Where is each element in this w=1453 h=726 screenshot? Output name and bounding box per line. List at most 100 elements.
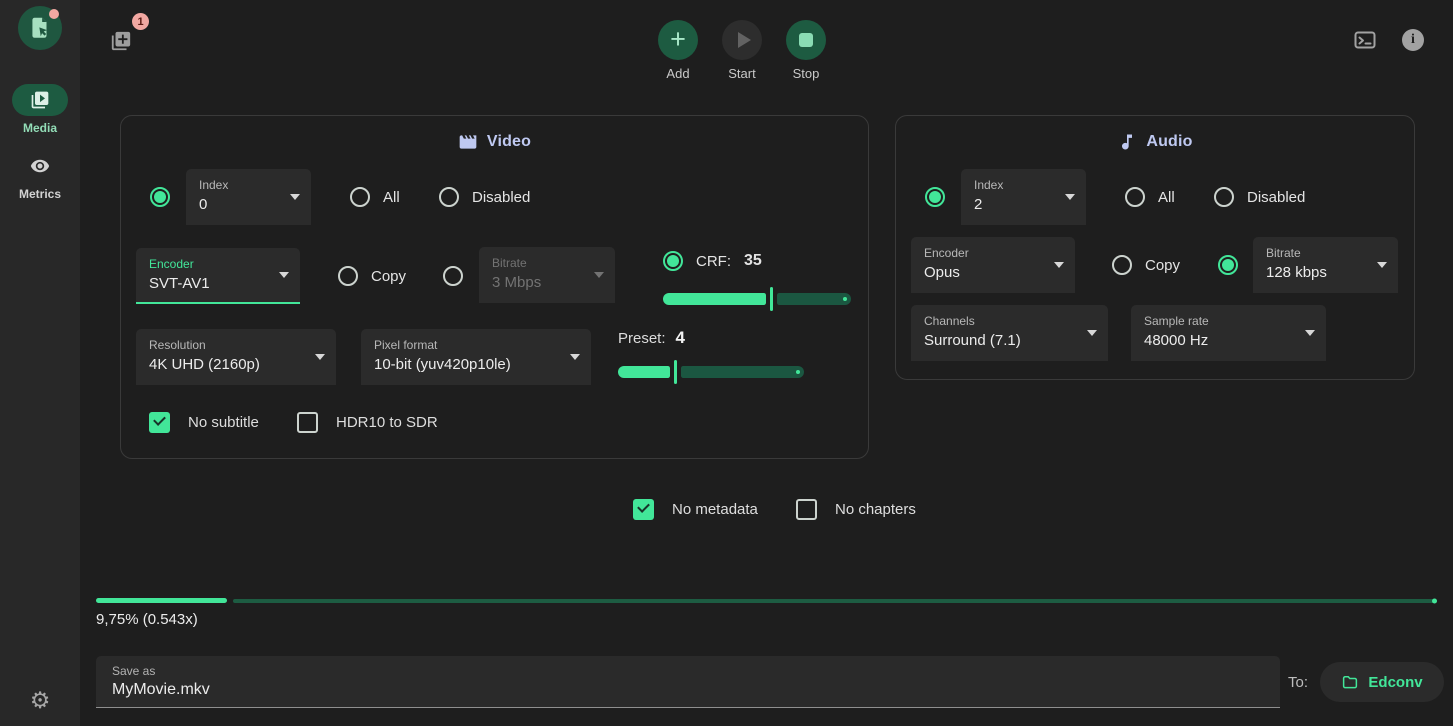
no-subtitle-checkbox[interactable]: No subtitle (149, 412, 259, 433)
chevron-down-icon (1054, 262, 1064, 268)
radio-icon (1214, 187, 1234, 207)
chevron-down-icon (1377, 262, 1387, 268)
video-index-dropdown[interactable]: Index 0 (186, 169, 311, 225)
video-bitrate-dropdown: Bitrate 3 Mbps (479, 247, 615, 303)
save-as-input[interactable]: Save as MyMovie.mkv (96, 656, 1280, 708)
audio-card-title: Audio (1146, 133, 1192, 151)
video-index-value: 0 (199, 194, 283, 215)
video-resolution-label: Resolution (149, 338, 308, 352)
plus-icon: + (670, 26, 686, 53)
radio-icon (663, 251, 683, 271)
radio-icon (925, 187, 945, 207)
preset-slider-thumb[interactable] (674, 360, 677, 384)
crf-slider-track (777, 293, 851, 305)
radio-icon (1112, 255, 1132, 275)
add-button[interactable]: + Add (646, 20, 710, 81)
to-label: To: (1288, 674, 1308, 691)
video-library-icon (30, 90, 50, 110)
radio-icon (338, 266, 358, 286)
video-settings-card: Video Index 0 All Disabled Encoder SVT-A… (120, 115, 869, 459)
chevron-down-icon (1305, 330, 1315, 336)
video-resolution-dropdown[interactable]: Resolution 4K UHD (2160p) (136, 329, 336, 385)
crf-slider[interactable] (663, 287, 851, 311)
stop-button[interactable]: Stop (774, 20, 838, 81)
sidebar-item-media-label: Media (0, 121, 80, 135)
notification-dot (49, 9, 59, 19)
video-crf-radio[interactable]: CRF: 35 (663, 251, 762, 271)
music-note-icon (1117, 132, 1137, 152)
start-button-label: Start (710, 66, 774, 81)
chevron-down-icon (315, 354, 325, 360)
terminal-icon (1352, 28, 1378, 52)
audio-index-dropdown[interactable]: Index 2 (961, 169, 1086, 225)
destination-folder-button[interactable]: Edconv (1320, 662, 1444, 702)
audio-sample-rate-label: Sample rate (1144, 314, 1298, 328)
app-logo[interactable] (18, 6, 62, 50)
crf-slider-thumb[interactable] (770, 287, 773, 311)
video-all-radio[interactable]: All (350, 187, 400, 207)
sidebar-item-metrics-label: Metrics (0, 187, 80, 201)
media-pill (12, 84, 68, 116)
video-disabled-radio[interactable]: Disabled (439, 187, 530, 207)
video-bitrate-radio[interactable] (443, 266, 463, 286)
audio-channels-value: Surround (7.1) (924, 330, 1080, 351)
video-copy-radio[interactable]: Copy (338, 266, 406, 286)
chevron-down-icon (594, 272, 604, 278)
video-index-radio[interactable] (150, 187, 170, 207)
chevron-down-icon (1065, 194, 1075, 200)
stop-icon (799, 33, 813, 47)
preset-slider-fill (618, 366, 670, 378)
audio-sample-rate-value: 48000 Hz (1144, 330, 1298, 351)
audio-sample-rate-dropdown[interactable]: Sample rate 48000 Hz (1131, 305, 1326, 361)
audio-all-radio[interactable]: All (1125, 187, 1175, 207)
chevron-down-icon (570, 354, 580, 360)
destination-folder-label: Edconv (1368, 674, 1422, 691)
audio-encoder-value: Opus (924, 262, 1047, 283)
info-button[interactable]: i (1402, 29, 1424, 51)
audio-channels-dropdown[interactable]: Channels Surround (7.1) (911, 305, 1108, 361)
chevron-down-icon (279, 272, 289, 278)
video-encoder-dropdown[interactable]: Encoder SVT-AV1 (136, 248, 300, 304)
audio-card-header: Audio (896, 132, 1414, 152)
audio-copy-radio[interactable]: Copy (1112, 255, 1180, 275)
audio-index-radio[interactable] (925, 187, 945, 207)
settings-button[interactable]: ⚙ (0, 689, 80, 712)
video-resolution-value: 4K UHD (2160p) (149, 354, 308, 375)
hdr10-to-sdr-checkbox[interactable]: HDR10 to SDR (297, 412, 438, 433)
no-metadata-checkbox[interactable]: No metadata (633, 499, 758, 520)
crf-value: 35 (744, 252, 762, 270)
audio-encoder-dropdown[interactable]: Encoder Opus (911, 237, 1075, 293)
audio-bitrate-dropdown[interactable]: Bitrate 128 kbps (1253, 237, 1398, 293)
audio-index-label: Index (974, 178, 1058, 192)
video-pixel-format-dropdown[interactable]: Pixel format 10-bit (yuv420p10le) (361, 329, 591, 385)
video-index-label: Index (199, 178, 283, 192)
audio-disabled-radio[interactable]: Disabled (1214, 187, 1305, 207)
preset-slider[interactable] (618, 360, 804, 384)
start-button[interactable]: Start (710, 20, 774, 81)
sidebar: Media Metrics ⚙ (0, 0, 80, 726)
radio-icon (439, 187, 459, 207)
audio-channels-label: Channels (924, 314, 1080, 328)
save-as-value: MyMovie.mkv (112, 681, 1264, 699)
no-chapters-checkbox[interactable]: No chapters (796, 499, 916, 520)
info-icon: i (1402, 29, 1424, 51)
chevron-down-icon (1087, 330, 1097, 336)
preset-slider-track (681, 366, 804, 378)
radio-icon (350, 187, 370, 207)
sidebar-item-media[interactable]: Media (0, 84, 80, 135)
preset-readout: Preset: 4 (618, 328, 685, 348)
audio-bitrate-radio[interactable] (1218, 255, 1238, 275)
audio-settings-card: Audio Index 2 All Disabled Encoder Opus … (895, 115, 1415, 380)
logs-terminal-button[interactable] (1352, 28, 1378, 57)
gear-icon: ⚙ (30, 687, 51, 713)
checkbox-icon (796, 499, 817, 520)
file-export-icon (27, 15, 53, 41)
queue-files-button[interactable] (110, 30, 132, 52)
video-pixel-format-label: Pixel format (374, 338, 563, 352)
radio-icon (150, 187, 170, 207)
progress-track (233, 599, 1437, 603)
edconv-app: { "colors": { "accent": "#42e699", "acce… (0, 0, 1453, 726)
queue-count-badge: 1 (132, 13, 149, 30)
sidebar-item-metrics[interactable]: Metrics (0, 150, 80, 201)
video-encoder-label: Encoder (149, 257, 272, 271)
